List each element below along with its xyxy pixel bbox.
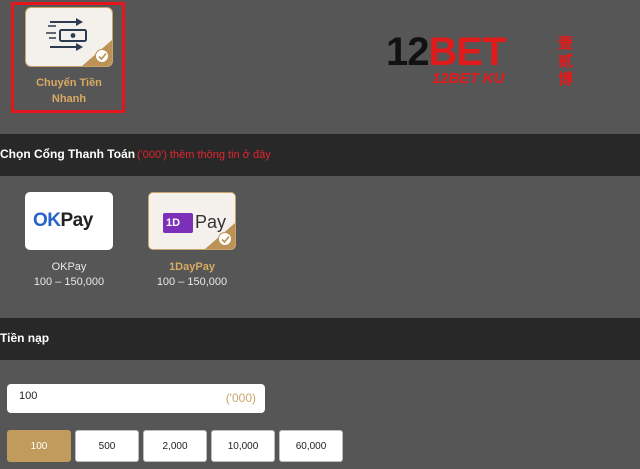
amount-input-box[interactable]: ('000): [7, 384, 265, 413]
gateway-okpay[interactable]: OKPay OKPay 100 – 150,000: [25, 192, 113, 288]
gateway-card[interactable]: 1D Pay: [148, 192, 236, 250]
gateway-range: 100 – 150,000: [33, 276, 105, 288]
amount-chip-100[interactable]: 100: [7, 430, 71, 462]
amount-chip-2000[interactable]: 2,000: [143, 430, 207, 462]
gateway-name: 1DayPay: [169, 261, 215, 273]
gateway-section-header: Chọn Cổng Thanh Toán ('000') thêm thông …: [0, 134, 640, 176]
gateway-section-title: Chọn Cổng Thanh Toán: [0, 147, 136, 161]
logo-main-text: 12BET: [386, 30, 507, 74]
amount-chip-500[interactable]: 500: [75, 430, 139, 462]
amount-panel: ('000) 100 500 2,000 10,000 60,000: [0, 360, 640, 469]
gateway-card[interactable]: OKPay: [25, 192, 113, 250]
payment-method-label: Chuyển Tiền Nhanh: [36, 77, 102, 105]
gateway-range: 100 – 150,000: [156, 276, 228, 288]
amount-chip-10000[interactable]: 10,000: [211, 430, 275, 462]
checkmark-icon: [218, 232, 232, 246]
amount-input[interactable]: [19, 390, 209, 402]
amount-chip-60000[interactable]: 60,000: [279, 430, 343, 462]
amount-section-header: Tiền nạp: [0, 318, 640, 360]
logo-sub-text: 12BET KU: [432, 70, 505, 87]
gateway-1daypay[interactable]: 1D Pay 1DayPay 100 – 150,000: [148, 192, 236, 288]
okpay-logo: OKPay: [33, 210, 93, 231]
amount-unit: ('000): [225, 391, 256, 405]
amount-section-title: Tiền nạp: [0, 331, 50, 345]
gateway-name: OKPay: [51, 261, 87, 273]
payment-method-panel: Chuyển Tiền Nhanh 12BET 12BET KU 壹贰博: [0, 0, 640, 134]
gateway-section-note: ('000') thêm thông tin ở đây: [137, 149, 271, 161]
gateway-list: OKPay OKPay 100 – 150,000 1D Pay 1DayPay…: [0, 176, 640, 318]
brand-logo: 12BET 12BET KU 壹贰博: [386, 32, 582, 90]
checkmark-icon: [95, 49, 109, 63]
logo-chinese-text: 壹贰博: [558, 34, 574, 88]
payment-method-fast-transfer[interactable]: [25, 7, 113, 67]
